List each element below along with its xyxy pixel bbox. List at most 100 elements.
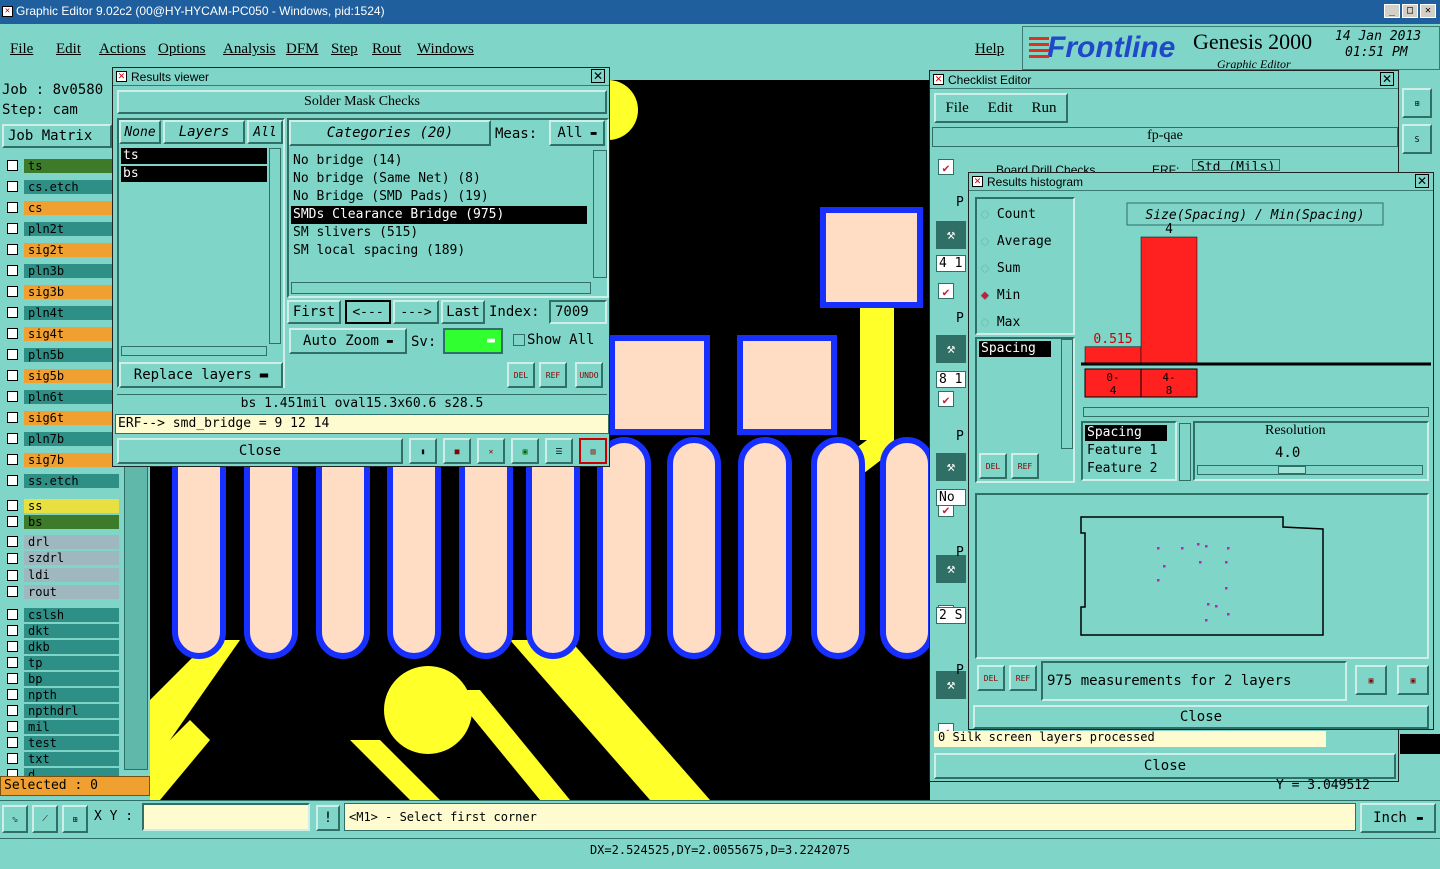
grid-tool-icon[interactable]: ⊞ <box>62 805 88 833</box>
detail-vscroll[interactable] <box>1179 423 1191 481</box>
layer-checkbox[interactable] <box>7 454 18 465</box>
category-item[interactable]: No Bridge (SMD Pads) (19) <box>291 188 587 206</box>
close-icon[interactable]: ✕ <box>1420 4 1436 18</box>
layers-none-button[interactable]: None <box>119 120 161 144</box>
menu-dfm[interactable]: DFM <box>286 41 331 58</box>
layer-row-mil[interactable]: mil <box>3 719 119 734</box>
checklist-action-icon[interactable]: ⚒ <box>936 335 966 363</box>
layer-row-pln3b[interactable]: pln3b <box>3 263 119 278</box>
export-board-icon[interactable]: ▣ <box>1397 665 1429 695</box>
checklist-action-icon[interactable]: ⚒ <box>936 221 966 249</box>
radio-icon[interactable]: ◆ <box>981 315 989 330</box>
layer-checkbox[interactable] <box>7 286 18 297</box>
option-max[interactable]: ◆ Max <box>981 309 1071 336</box>
layer-item[interactable]: bs <box>121 166 267 182</box>
board-preview[interactable] <box>975 493 1429 659</box>
layer-checkbox[interactable] <box>7 500 18 511</box>
layer-row-sig2t[interactable]: sig2t <box>3 242 119 257</box>
checklist-action-icon[interactable]: ⚒ <box>936 453 966 481</box>
radio-icon[interactable]: ◆ <box>981 261 989 276</box>
menu-step[interactable]: Step <box>331 41 372 58</box>
categories-vscroll[interactable] <box>593 150 607 278</box>
hist-ref-button[interactable]: REF <box>1011 453 1039 479</box>
tool-icon-1[interactable]: ▮ <box>409 438 437 464</box>
detail-field-spacing[interactable]: Spacing <box>1085 425 1167 441</box>
layer-row-npth[interactable]: npth <box>3 687 119 702</box>
layer-row-szdrl[interactable]: szdrl <box>3 551 119 566</box>
layer-row-sig7b[interactable]: sig7b <box>3 452 119 467</box>
categories-listbox[interactable]: No bridge (14) No bridge (Same Net) (8) No… <box>291 152 587 278</box>
layer-row-sig5b[interactable]: sig5b <box>3 368 119 383</box>
zoom-board-icon[interactable]: ▣ <box>1355 665 1387 695</box>
index-input[interactable]: 7009 <box>549 300 607 324</box>
detail-field-feature2[interactable]: Feature 2 <box>1085 461 1157 476</box>
auto-zoom-dropdown[interactable]: Auto Zoom ▬ <box>289 328 407 354</box>
layer-item[interactable]: ts <box>121 148 267 164</box>
layer-checkbox[interactable] <box>7 552 18 564</box>
layer-row-sig3b[interactable]: sig3b <box>3 284 119 299</box>
minimize-icon[interactable]: _ <box>1384 4 1400 18</box>
undo-button[interactable]: UNDO <box>575 362 603 388</box>
layer-checkbox[interactable] <box>7 657 18 669</box>
layers-listbox[interactable]: ts bs <box>121 148 267 344</box>
layer-checkbox[interactable] <box>7 673 18 685</box>
option-min[interactable]: ◆ Min <box>981 282 1071 309</box>
layer-checkbox[interactable] <box>7 307 18 318</box>
layer-checkbox[interactable] <box>7 391 18 402</box>
units-dropdown[interactable]: Inch ▬ <box>1360 803 1436 833</box>
layer-checkbox[interactable] <box>7 349 18 360</box>
layer-row-dkt[interactable]: dkt <box>3 623 119 638</box>
layer-row-npthdrl[interactable]: npthdrl <box>3 703 119 718</box>
layer-checkbox[interactable] <box>7 160 18 171</box>
category-item[interactable]: No bridge (Same Net) (8) <box>291 170 587 188</box>
layer-checkbox[interactable] <box>7 625 18 637</box>
layer-row-sig4t[interactable]: sig4t <box>3 326 119 341</box>
xy-input[interactable] <box>142 803 310 831</box>
menu-actions[interactable]: Actions <box>99 41 158 58</box>
menu-file[interactable]: File <box>10 41 56 58</box>
layer-row-drl[interactable]: drl <box>3 534 119 549</box>
layer-row-pln7b[interactable]: pln7b <box>3 431 119 446</box>
category-item[interactable]: No bridge (14) <box>291 152 587 170</box>
layer-checkbox[interactable] <box>7 265 18 276</box>
chart-hscroll[interactable] <box>1083 407 1429 417</box>
categories-hscroll[interactable] <box>291 282 591 294</box>
layer-checkbox[interactable] <box>7 412 18 423</box>
category-item[interactable]: SM slivers (515) <box>291 224 587 242</box>
layer-row-cs[interactable]: cs <box>3 200 119 215</box>
menu-edit[interactable]: Edit <box>56 41 99 58</box>
layer-row-bp[interactable]: bp <box>3 671 119 686</box>
layer-checkbox[interactable] <box>7 202 18 213</box>
layer-checkbox[interactable] <box>7 475 18 486</box>
layer-checkbox[interactable] <box>7 689 18 701</box>
layer-checkbox[interactable] <box>7 244 18 255</box>
layer-checkbox[interactable] <box>7 433 18 444</box>
layer-row-cslsh[interactable]: cslsh <box>3 607 119 622</box>
prev-button[interactable]: <--- <box>345 300 391 324</box>
menu-analysis[interactable]: Analysis <box>223 41 286 58</box>
layer-checkbox[interactable] <box>7 586 18 598</box>
layer-row-ss.etch[interactable]: ss.etch <box>3 473 119 488</box>
field-list-item[interactable]: Spacing <box>979 341 1051 357</box>
results-viewer-titlebar[interactable]: ✕ Results viewer ✕ <box>113 68 609 86</box>
alert-icon[interactable]: ! <box>316 805 340 831</box>
layer-row-sig6t[interactable]: sig6t <box>3 410 119 425</box>
layer-checkbox[interactable] <box>7 536 18 547</box>
layer-row-tp[interactable]: tp <box>3 655 119 670</box>
tool-icon-4[interactable]: ▣ <box>511 438 539 464</box>
sv-color-dropdown[interactable]: ▬ <box>443 328 503 354</box>
checklist-menu-edit[interactable]: Edit <box>988 100 1013 117</box>
job-matrix-button[interactable]: Job Matrix <box>2 124 112 148</box>
close-icon[interactable]: ✕ <box>1415 174 1429 188</box>
layer-checkbox[interactable] <box>7 641 18 653</box>
layer-checkbox[interactable] <box>7 181 18 192</box>
menu-help[interactable]: Help <box>975 41 1004 58</box>
layer-row-cs.etch[interactable]: cs.etch <box>3 179 119 194</box>
first-button[interactable]: First <box>287 300 341 324</box>
checklist-check-icon[interactable]: ✔ <box>938 283 954 299</box>
field-list-vscroll[interactable] <box>1061 339 1073 449</box>
select-tool-icon[interactable]: ⬂ <box>2 805 28 833</box>
radio-icon[interactable]: ◆ <box>981 234 989 249</box>
category-item[interactable]: SM local spacing (189) <box>291 242 587 260</box>
results-close-button[interactable]: Close <box>117 438 403 464</box>
